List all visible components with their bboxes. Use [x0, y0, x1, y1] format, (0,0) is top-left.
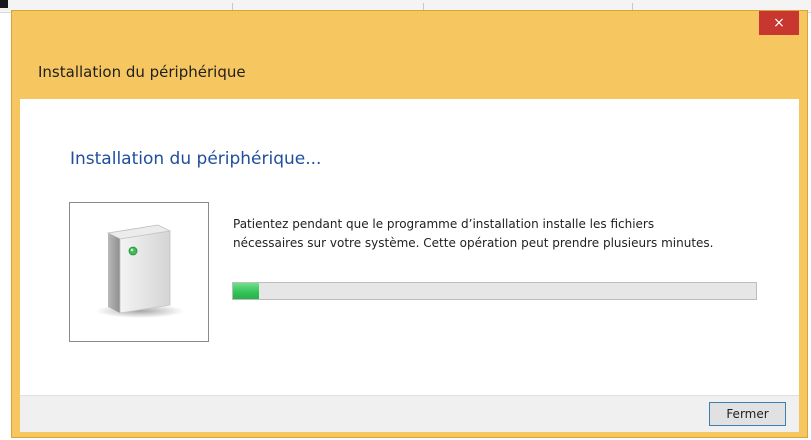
dialog-footer: Fermer — [20, 395, 799, 432]
fermer-button[interactable]: Fermer — [709, 402, 786, 426]
window-title: Installation du périphérique — [38, 63, 246, 81]
message-line-2: nécessaires sur votre système. Cette opé… — [233, 236, 714, 250]
background-corner — [0, 0, 8, 8]
close-icon: × — [773, 15, 785, 31]
page-heading: Installation du périphérique... — [70, 149, 322, 169]
close-button[interactable]: × — [759, 11, 799, 35]
installation-message: Patientez pendant que le programme d’ins… — [233, 215, 773, 253]
device-icon — [96, 224, 184, 318]
installation-progress-bar — [232, 282, 757, 300]
progress-fill — [233, 283, 260, 299]
device-installation-dialog: × Installation du périphérique Installat… — [11, 10, 808, 438]
device-icon-frame — [69, 202, 209, 342]
message-line-1: Patientez pendant que le programme d’ins… — [233, 217, 655, 231]
dialog-content: Installation du périphérique... Patiente… — [20, 99, 799, 395]
